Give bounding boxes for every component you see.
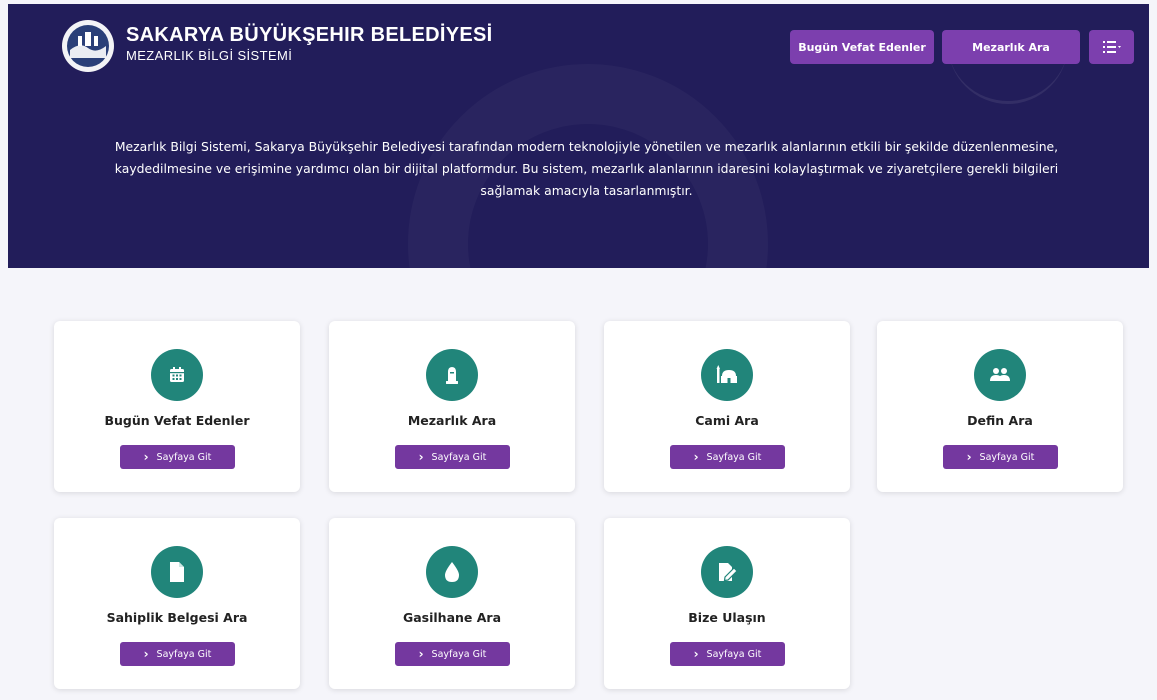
go-to-page-button[interactable]: › Sayfaya Git [670,642,785,666]
card-today-deaths: Bugün Vefat Edenler › Sayfaya Git [54,321,300,492]
site-title: SAKARYA BÜYÜKŞEHIR BELEDİYESİ [126,24,493,46]
chevron-right-icon: › [966,450,972,464]
card-title: Mezarlık Ara [407,413,497,428]
card-contact-us: Bize Ulaşın › Sayfaya Git [604,518,850,689]
people-icon [974,349,1026,401]
card-mosque-search: Cami Ara › Sayfaya Git [604,321,850,492]
go-to-page-button[interactable]: › Sayfaya Git [395,445,510,469]
tombstone-icon [426,349,478,401]
edit-icon [701,546,753,598]
chevron-right-icon: › [418,450,424,464]
nav-today-deaths-button[interactable]: Bugün Vefat Edenler [790,30,934,64]
card-title: Sahiplik Belgesi Ara [106,610,248,625]
mosque-icon [701,349,753,401]
chevron-right-icon: › [418,647,424,661]
chevron-right-icon: › [693,450,699,464]
card-ownership-document: Sahiplik Belgesi Ara › Sayfaya Git [54,518,300,689]
go-to-page-label: Sayfaya Git [706,648,762,660]
go-to-page-button[interactable]: › Sayfaya Git [120,642,235,666]
card-title: Bugün Vefat Edenler [104,413,250,428]
chevron-right-icon: › [143,647,149,661]
go-to-page-label: Sayfaya Git [431,648,487,660]
go-to-page-label: Sayfaya Git [156,451,212,463]
go-to-page-button[interactable]: › Sayfaya Git [395,642,510,666]
water-drop-icon [426,546,478,598]
go-to-page-label: Sayfaya Git [156,648,212,660]
card-title: Defin Ara [967,413,1033,428]
card-title: Cami Ara [695,413,759,428]
municipality-logo[interactable] [60,18,116,74]
card-title: Bize Ulaşın [688,610,766,625]
hero-header: SAKARYA BÜYÜKŞEHIR BELEDİYESİ MEZARLIK B… [8,4,1149,268]
go-to-page-label: Sayfaya Git [979,451,1035,463]
brand: SAKARYA BÜYÜKŞEHIR BELEDİYESİ MEZARLIK B… [126,24,493,63]
card-title: Gasilhane Ara [402,610,502,625]
go-to-page-label: Sayfaya Git [706,451,762,463]
chevron-right-icon: › [693,647,699,661]
intro-text: Mezarlık Bilgi Sistemi, Sakarya Büyükşeh… [114,139,1059,198]
menu-dropdown-button[interactable] [1089,30,1134,64]
go-to-page-button[interactable]: › Sayfaya Git [120,445,235,469]
go-to-page-button[interactable]: › Sayfaya Git [943,445,1058,469]
nav-cemetery-search-button[interactable]: Mezarlık Ara [942,30,1080,64]
chevron-right-icon: › [143,450,149,464]
calendar-icon [151,349,203,401]
card-washing-house: Gasilhane Ara › Sayfaya Git [329,518,575,689]
site-subtitle: MEZARLIK BİLGİ SİSTEMİ [126,48,293,63]
card-burial-search: Defin Ara › Sayfaya Git [877,321,1123,492]
card-cemetery-search: Mezarlık Ara › Sayfaya Git [329,321,575,492]
go-to-page-button[interactable]: › Sayfaya Git [670,445,785,469]
list-icon [1102,41,1121,53]
go-to-page-label: Sayfaya Git [431,451,487,463]
document-icon [151,546,203,598]
